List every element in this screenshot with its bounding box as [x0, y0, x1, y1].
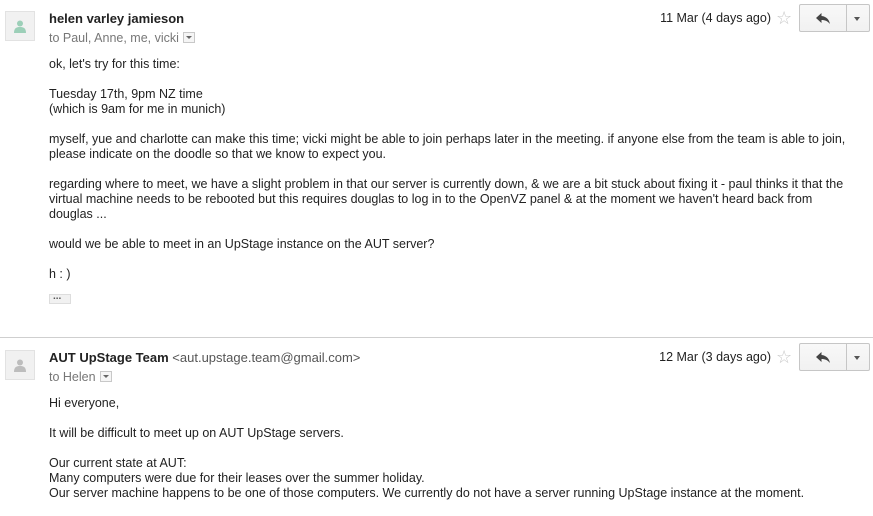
message-1: helen varley jamieson to Paul, Anne, me,… [0, 0, 873, 338]
recipients-text: to Paul, Anne, me, vicki [49, 31, 179, 45]
show-trimmed-content-button[interactable]: ... [49, 291, 71, 304]
sender-avatar[interactable] [5, 11, 35, 41]
reply-button[interactable] [799, 4, 847, 32]
sender-name-text: AUT UpStage Team [49, 350, 169, 365]
reply-icon [816, 12, 830, 24]
person-icon [14, 20, 26, 33]
sender-avatar[interactable] [5, 350, 35, 380]
recipients-text: to Helen [49, 370, 96, 384]
sender-email: <aut.upstage.team@gmail.com> [172, 350, 361, 365]
reply-button-group [799, 4, 870, 32]
more-actions-button[interactable] [847, 4, 870, 32]
reply-button-group [799, 343, 870, 371]
body-paragraph: would we be able to meet in an UpStage i… [49, 237, 435, 251]
body-paragraph: ok, let's try for this time: [49, 57, 180, 71]
message-2: AUT UpStage Team <aut.upstage.team@gmail… [0, 338, 873, 508]
person-icon [14, 359, 26, 372]
recipients: to Paul, Anne, me, vicki [49, 31, 195, 45]
body-paragraph: Hi everyone, [49, 396, 120, 410]
message-date[interactable]: 11 Mar (4 days ago) [660, 11, 771, 25]
message-body: Hi everyone, It will be difficult to mee… [49, 396, 854, 516]
body-paragraph: regarding where to meet, we have a sligh… [49, 177, 844, 221]
more-actions-button[interactable] [847, 343, 870, 371]
sender-name[interactable]: AUT UpStage Team <aut.upstage.team@gmail… [49, 350, 360, 365]
message-body: ok, let's try for this time: Tuesday 17t… [49, 57, 854, 308]
message-date[interactable]: 12 Mar (3 days ago) [659, 350, 771, 364]
star-icon[interactable]: ☆ [776, 348, 792, 366]
show-details-chevron-down-icon[interactable] [99, 371, 112, 383]
reply-button[interactable] [799, 343, 847, 371]
body-paragraph: It will be difficult to meet up on AUT U… [49, 426, 344, 440]
body-paragraph: h : ) [49, 267, 71, 281]
sender-name[interactable]: helen varley jamieson [49, 11, 184, 26]
body-paragraph: Our current state at AUT: Many computers… [49, 456, 805, 500]
reply-icon [816, 351, 830, 363]
sender-name-text: helen varley jamieson [49, 11, 185, 26]
body-paragraph: Tuesday 17th, 9pm NZ time (which is 9am … [49, 87, 226, 116]
show-details-chevron-down-icon[interactable] [182, 32, 195, 44]
recipients: to Helen [49, 370, 112, 384]
body-paragraph: myself, yue and charlotte can make this … [49, 132, 846, 161]
star-icon[interactable]: ☆ [776, 9, 792, 27]
ellipsis-text: ... [53, 291, 62, 302]
